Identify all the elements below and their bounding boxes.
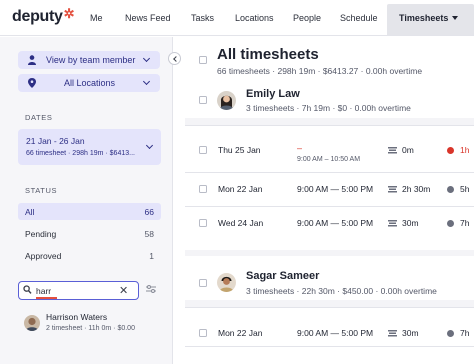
clock-icon <box>447 220 454 227</box>
sidebar-divider[interactable] <box>172 37 173 364</box>
clock-icon <box>447 147 454 154</box>
select-all-checkbox[interactable] <box>199 56 207 64</box>
employee-summary: 3 timesheets · 22h 30m · $450.00 · 0.00h… <box>246 286 437 296</box>
location-dropdown[interactable]: All Locations <box>18 74 160 92</box>
clock-icon <box>447 330 454 337</box>
location-label: All Locations <box>64 78 116 88</box>
total-hours: 7h <box>460 218 470 228</box>
status-heading: STATUS <box>25 186 58 195</box>
break-cup-icon <box>388 330 397 337</box>
shift-time: 9:00 AM — 5:00 PM <box>297 328 374 338</box>
chevron-down-icon <box>142 77 151 86</box>
status-filter-pending[interactable]: Pending 58 <box>18 225 161 242</box>
avatar <box>24 315 40 331</box>
total-hours: 5h <box>460 184 470 194</box>
scheduled-time: 9:00 AM – 10:50 AM <box>297 156 361 163</box>
nav-me[interactable]: Me <box>90 13 103 23</box>
group-spacer <box>185 300 474 307</box>
shift-time-missing: – <box>297 143 303 153</box>
status-label: Pending <box>25 229 57 239</box>
avatar <box>217 273 236 292</box>
search-icon <box>23 285 32 294</box>
break-duration: 30m <box>402 328 419 338</box>
status-count: 58 <box>144 229 154 239</box>
person-icon <box>28 55 36 65</box>
row-divider <box>185 172 474 173</box>
dates-heading: DATES <box>25 113 53 122</box>
shift-time: 9:00 AM — 5:00 PM <box>297 218 374 228</box>
logo-text: deputy <box>12 8 63 25</box>
avatar-image <box>24 315 40 331</box>
chevron-left-icon <box>172 56 179 62</box>
date-range-value: 21 Jan - 26 Jan <box>26 136 85 146</box>
row-divider <box>185 346 474 347</box>
row-checkbox[interactable] <box>199 329 207 337</box>
row-checkbox[interactable] <box>199 185 207 193</box>
break-cup-icon <box>388 147 397 154</box>
break-cup-icon <box>388 186 397 193</box>
logo-mark-icon: ✲ <box>63 6 75 21</box>
total-hours: 7h <box>460 328 470 338</box>
search-result-meta: 2 timesheet · 11h 0m · $0.00 <box>46 325 135 332</box>
search-input[interactable]: harr ✕ <box>18 281 139 300</box>
break-cup-icon <box>388 220 397 227</box>
spellcheck-underline <box>36 297 57 299</box>
search-value: harr <box>36 286 52 296</box>
view-by-dropdown[interactable]: View by team member <box>18 51 160 69</box>
shift-date[interactable]: Mon 22 Jan <box>218 328 262 338</box>
filter-settings-icon[interactable] <box>146 284 156 294</box>
break-duration: 0m <box>402 145 414 155</box>
filter-sidebar: View by team member All Locations DATES … <box>0 37 172 364</box>
shift-time: 9:00 AM — 5:00 PM <box>297 184 374 194</box>
nav-people[interactable]: People <box>293 13 321 23</box>
location-pin-icon <box>28 78 36 88</box>
group-spacer <box>185 250 474 256</box>
clock-icon <box>447 186 454 193</box>
status-label: Approved <box>25 251 62 261</box>
nav-schedule[interactable]: Schedule <box>340 13 378 23</box>
chevron-down-icon <box>145 141 154 150</box>
nav-news-feed[interactable]: News Feed <box>125 13 171 23</box>
collapse-sidebar-button[interactable] <box>168 52 181 65</box>
row-divider <box>185 206 474 207</box>
status-label: All <box>25 207 35 217</box>
avatar-image <box>217 91 236 110</box>
nav-timesheets[interactable]: Timesheets <box>399 13 459 23</box>
caret-down-icon <box>452 16 459 20</box>
page-title: All timesheets <box>217 46 319 63</box>
employee-name[interactable]: Sagar Sameer <box>246 270 319 282</box>
row-checkbox[interactable] <box>199 219 207 227</box>
view-by-label: View by team member <box>46 55 136 65</box>
status-count: 1 <box>149 251 154 261</box>
employee-name[interactable]: Emily Law <box>246 88 300 100</box>
employee-summary: 3 timesheets · 7h 19m · $0 · 0.00h overt… <box>246 103 411 113</box>
group-checkbox[interactable] <box>199 96 207 104</box>
nav-tasks[interactable]: Tasks <box>191 13 214 23</box>
top-navigation: deputy✲ Me News Feed Tasks Locations Peo… <box>0 0 474 36</box>
row-checkbox[interactable] <box>199 146 207 154</box>
group-checkbox[interactable] <box>199 279 207 287</box>
clear-search-icon[interactable]: ✕ <box>119 284 128 297</box>
status-count: 66 <box>144 207 154 217</box>
deputy-logo[interactable]: deputy✲ <box>12 6 75 26</box>
chevron-down-icon <box>142 54 151 63</box>
nav-timesheets-label: Timesheets <box>399 13 449 23</box>
shift-date[interactable]: Wed 24 Jan <box>218 218 263 228</box>
status-filter-all[interactable]: All 66 <box>18 203 161 220</box>
total-hours: 1h <box>460 145 470 155</box>
timesheets-summary: 66 timesheets · 298h 19m · $6413.27 · 0.… <box>217 66 423 76</box>
search-result-name[interactable]: Harrison Waters <box>46 312 107 322</box>
shift-date[interactable]: Thu 25 Jan <box>218 145 261 155</box>
avatar <box>217 91 236 110</box>
nav-locations[interactable]: Locations <box>235 13 274 23</box>
date-range-picker[interactable]: 21 Jan - 26 Jan 66 timesheet · 298h 19m … <box>18 129 161 165</box>
shift-date[interactable]: Mon 22 Jan <box>218 184 262 194</box>
date-summary: 66 timesheet · 298h 19m · $6413... <box>26 150 135 157</box>
status-filter-approved[interactable]: Approved 1 <box>18 247 161 264</box>
break-duration: 30m <box>402 218 419 228</box>
group-spacer <box>185 118 474 125</box>
avatar-image <box>217 273 236 292</box>
break-duration: 2h 30m <box>402 184 431 194</box>
